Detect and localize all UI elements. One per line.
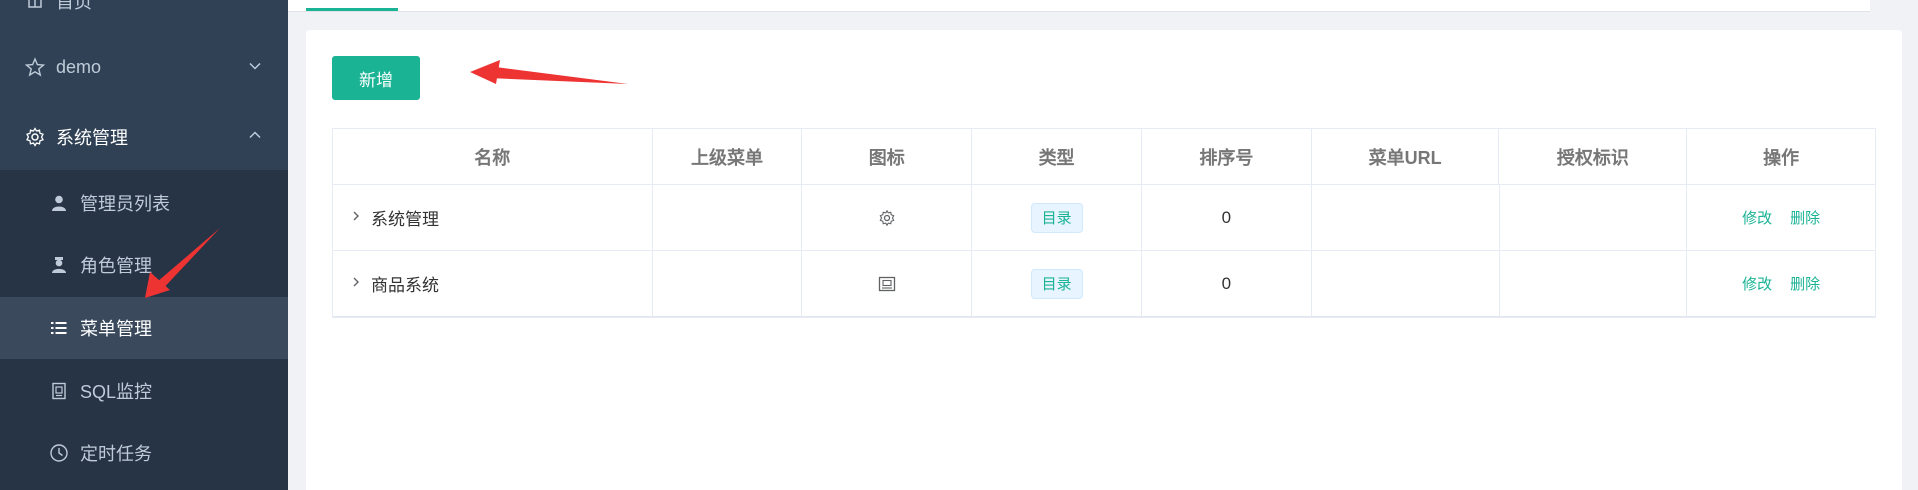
sidebar-item-label: demo bbox=[56, 56, 102, 77]
sort-cell: 0 bbox=[1142, 185, 1312, 250]
sidebar-item-label: SQL监控 bbox=[80, 382, 153, 402]
column-header-icon[interactable]: 图标 bbox=[802, 129, 973, 184]
sidebar-item-label: 角色管理 bbox=[80, 256, 152, 276]
add-button[interactable]: 新增 bbox=[332, 56, 420, 100]
delete-link[interactable]: 删除 bbox=[1790, 273, 1820, 294]
sort-cell: 0 bbox=[1142, 251, 1312, 316]
gear-icon bbox=[24, 126, 46, 148]
chevron-down-icon bbox=[248, 59, 262, 76]
column-header-perms[interactable]: 授权标识 bbox=[1499, 129, 1688, 184]
column-header-url[interactable]: 菜单URL bbox=[1312, 129, 1500, 184]
name-cell: 系统管理 bbox=[333, 185, 653, 250]
url-cell bbox=[1312, 251, 1500, 316]
star-icon bbox=[24, 56, 46, 78]
type-badge: 目录 bbox=[1030, 202, 1083, 233]
chevron-up-icon bbox=[248, 129, 262, 146]
column-header-sort[interactable]: 排序号 bbox=[1142, 129, 1312, 184]
icon-cell bbox=[802, 251, 973, 316]
column-header-name[interactable]: 名称 bbox=[333, 129, 653, 184]
home-icon bbox=[24, 0, 46, 12]
perms-cell bbox=[1500, 185, 1688, 250]
sidebar-item-home[interactable]: 首页 bbox=[0, 0, 288, 32]
column-header-actions[interactable]: 操作 bbox=[1687, 129, 1875, 184]
menu-name: 商品系统 bbox=[371, 276, 439, 295]
sidebar-item-sql-monitor[interactable]: SQL监控 bbox=[0, 360, 288, 422]
url-cell bbox=[1312, 185, 1500, 250]
sidebar-item-demo[interactable]: demo bbox=[0, 36, 288, 98]
monitor-icon bbox=[48, 380, 70, 402]
tab-active-indicator[interactable] bbox=[306, 8, 398, 11]
tabs-bar-edge bbox=[1870, 0, 1918, 12]
column-header-type[interactable]: 类型 bbox=[972, 129, 1142, 184]
sidebar-item-scheduled-tasks[interactable]: 定时任务 bbox=[0, 422, 288, 484]
tabs-bar bbox=[288, 0, 1918, 12]
product-icon bbox=[878, 276, 896, 292]
table-header: 名称 上级菜单 图标 类型 排序号 菜单URL 授权标识 操作 bbox=[333, 129, 1875, 185]
actions-cell: 修改 删除 bbox=[1687, 251, 1875, 316]
clock-icon bbox=[48, 442, 70, 464]
actions-cell: 修改 删除 bbox=[1687, 185, 1875, 250]
parent-cell bbox=[653, 185, 803, 250]
type-cell: 目录 bbox=[972, 251, 1142, 316]
list-icon bbox=[48, 317, 70, 339]
sidebar: 首页 demo 系统管理 管理员列表 角色管理 菜单管理 SQL监控 定时任务 bbox=[0, 0, 288, 490]
menu-name: 系统管理 bbox=[371, 210, 439, 229]
edit-link[interactable]: 修改 bbox=[1742, 207, 1772, 228]
sidebar-item-system[interactable]: 系统管理 bbox=[0, 106, 288, 168]
main-card: 新增 名称 上级菜单 图标 类型 排序号 菜单URL 授权标识 操作 系统管理 bbox=[306, 30, 1902, 490]
perms-cell bbox=[1500, 251, 1688, 316]
sidebar-item-label: 菜单管理 bbox=[80, 319, 152, 339]
table-row: 系统管理 目录 0 修改 删除 bbox=[333, 185, 1875, 251]
delete-link[interactable]: 删除 bbox=[1790, 207, 1820, 228]
sidebar-item-label: 系统管理 bbox=[56, 128, 128, 148]
column-header-parent[interactable]: 上级菜单 bbox=[653, 129, 803, 184]
sidebar-item-admin-list[interactable]: 管理员列表 bbox=[0, 172, 288, 234]
menu-table: 名称 上级菜单 图标 类型 排序号 菜单URL 授权标识 操作 系统管理 目录 … bbox=[332, 128, 1876, 318]
name-cell: 商品系统 bbox=[333, 251, 653, 316]
expand-arrow-icon[interactable] bbox=[351, 209, 363, 227]
sidebar-item-menu[interactable]: 菜单管理 bbox=[0, 297, 288, 359]
sidebar-item-label: 首页 bbox=[56, 0, 92, 12]
table-row: 商品系统 目录 0 修改 删除 bbox=[333, 251, 1875, 317]
type-cell: 目录 bbox=[972, 185, 1142, 250]
sidebar-item-label: 管理员列表 bbox=[80, 194, 170, 214]
parent-cell bbox=[653, 251, 803, 316]
icon-cell bbox=[802, 185, 973, 250]
gear-icon bbox=[878, 209, 896, 227]
sidebar-item-label: 定时任务 bbox=[80, 444, 152, 464]
sidebar-item-role[interactable]: 角色管理 bbox=[0, 234, 288, 296]
edit-link[interactable]: 修改 bbox=[1742, 273, 1772, 294]
type-badge: 目录 bbox=[1030, 268, 1083, 299]
expand-arrow-icon[interactable] bbox=[351, 275, 363, 293]
user-icon bbox=[48, 192, 70, 214]
role-icon bbox=[48, 254, 70, 276]
